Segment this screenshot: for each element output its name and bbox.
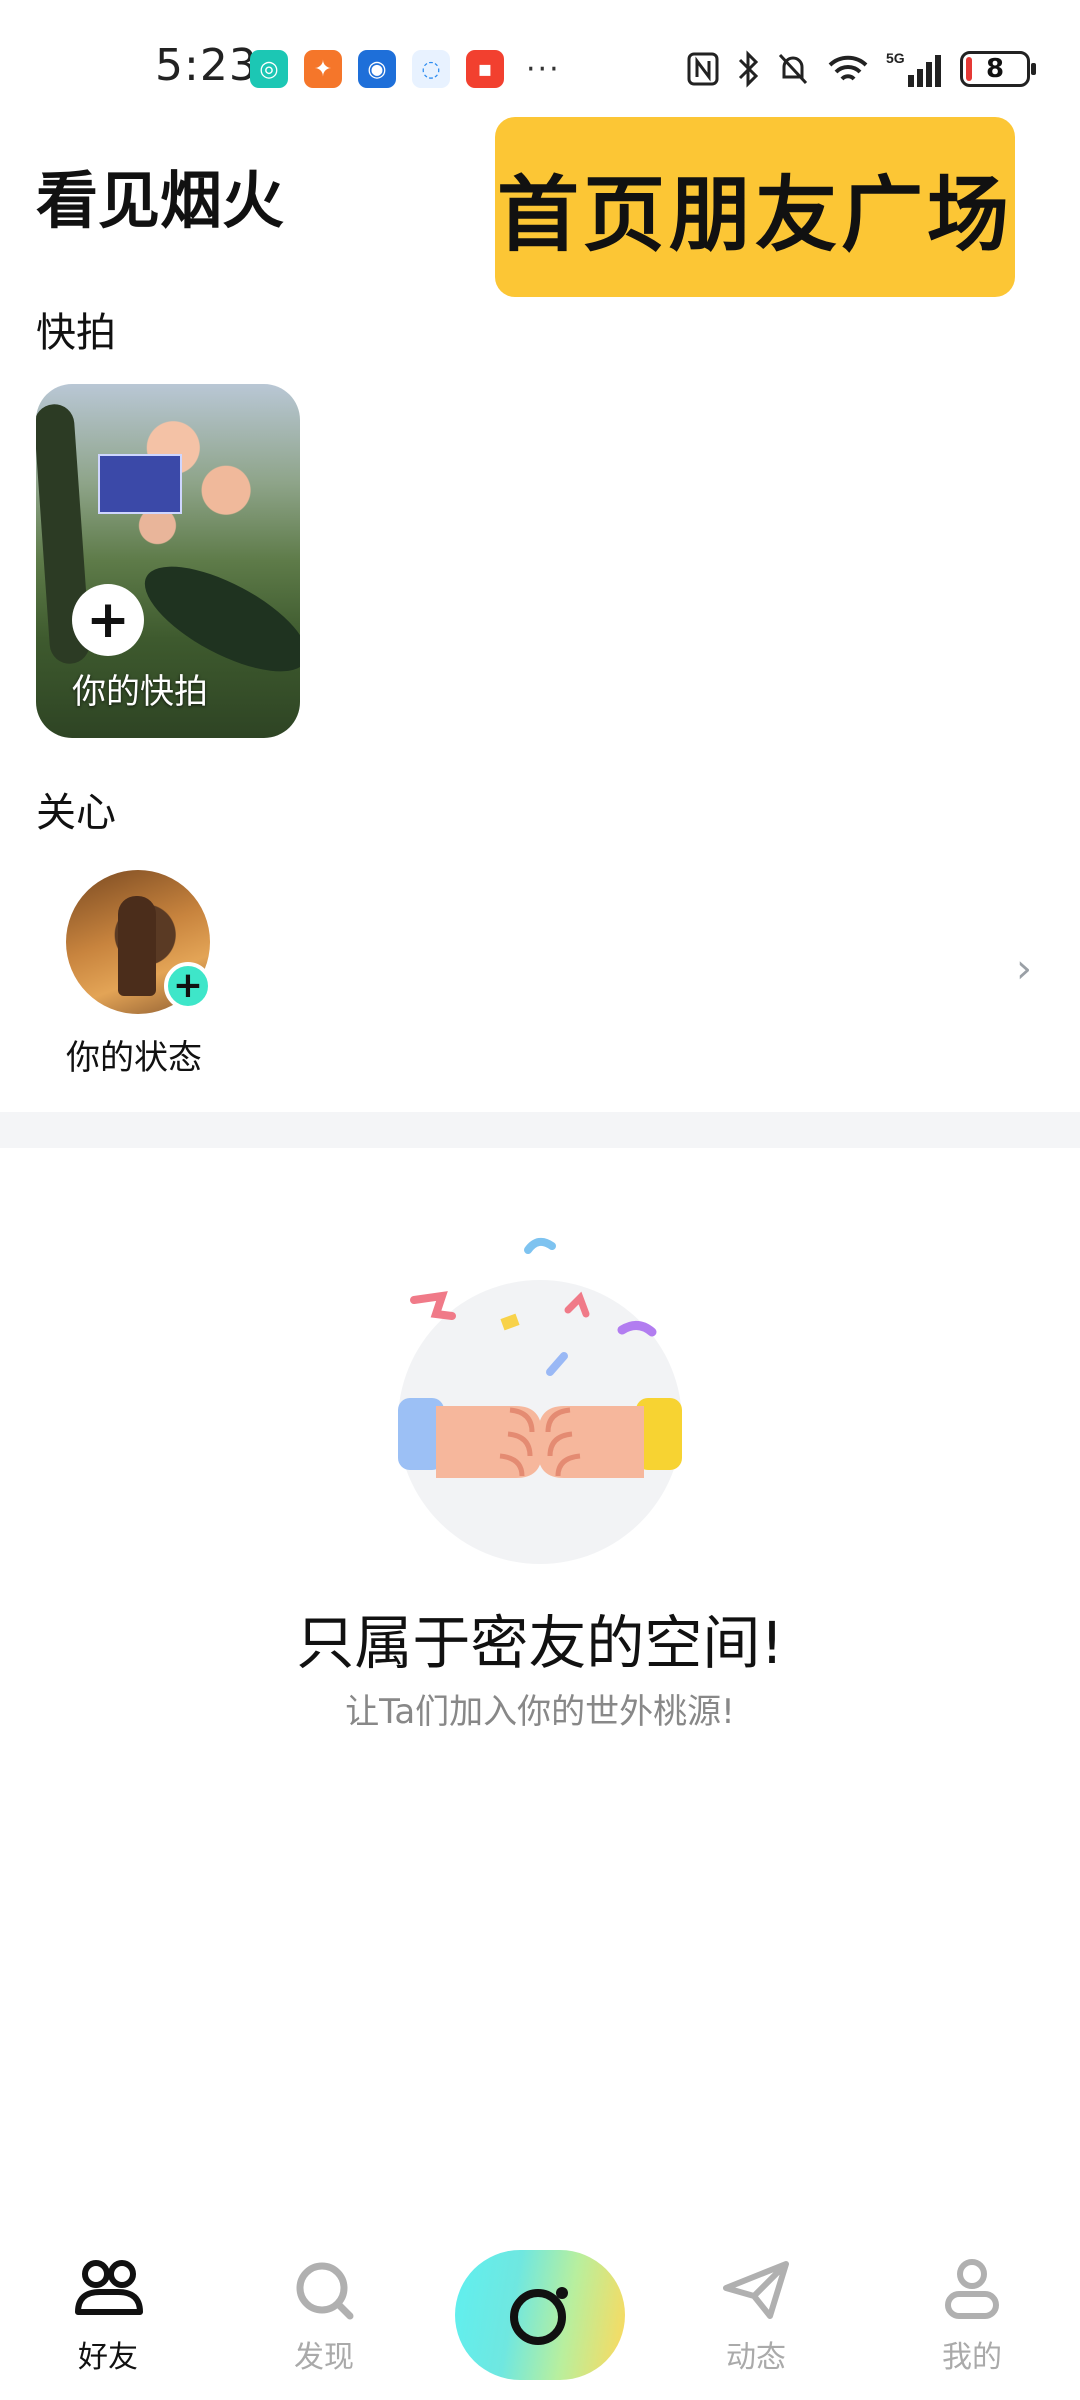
empty-state-subtitle: 让Ta们加入你的世外桃源! xyxy=(345,1692,735,1732)
care-section-title: 关心 xyxy=(36,790,116,836)
empty-state-title: 只属于密友的空间! xyxy=(296,1609,784,1677)
chevron-right-icon[interactable]: › xyxy=(1016,946,1032,992)
battery-icon: 8 xyxy=(960,51,1036,87)
friends-icon xyxy=(75,2260,143,2315)
add-snapshot-icon[interactable]: + xyxy=(72,584,144,656)
system-icons: 5G 8 xyxy=(686,46,1036,92)
status-time: 5:23 xyxy=(155,40,258,91)
snapshots-section-title: 快拍 xyxy=(36,310,116,356)
more-notifications-icon: ··· xyxy=(526,51,561,87)
nav-moments-label: 动态 xyxy=(726,2340,786,2375)
home-friends-square-banner: 首页朋友广场 xyxy=(495,117,1015,297)
my-status-label: 你的状态 xyxy=(66,1038,202,1078)
app-notification-icon: ◎ xyxy=(250,50,288,88)
add-status-icon[interactable]: + xyxy=(164,962,212,1010)
camera-icon xyxy=(510,2287,568,2345)
search-icon xyxy=(296,2262,354,2320)
paper-plane-icon xyxy=(723,2261,789,2319)
section-divider xyxy=(0,1112,1080,1148)
nav-discover-label: 发现 xyxy=(294,2340,354,2375)
snapshot-photo-sign xyxy=(98,454,182,514)
svg-text:5G: 5G xyxy=(886,50,905,66)
profile-icon xyxy=(945,2259,999,2319)
nav-discover[interactable]: 发现 xyxy=(254,2258,394,2376)
nav-moments[interactable]: 动态 xyxy=(686,2258,826,2376)
page-title: 看见烟火 xyxy=(36,164,285,237)
app-notification-icon: ◉ xyxy=(358,50,396,88)
mute-bell-icon xyxy=(778,53,808,85)
app-notification-icon: ▪ xyxy=(466,50,504,88)
my-snapshot-card[interactable]: + 你的快拍 xyxy=(36,384,300,738)
camera-button[interactable] xyxy=(455,2250,625,2380)
bottom-navigation: 好友 发现 动态 我的 xyxy=(0,2240,1080,2400)
nav-me-label: 我的 xyxy=(942,2340,1002,2375)
bluetooth-icon xyxy=(738,50,759,88)
cellular-signal-icon: 5G xyxy=(886,50,941,87)
app-notification-icon: ◌ xyxy=(412,50,450,88)
nfc-icon xyxy=(687,52,719,86)
my-snapshot-label: 你的快拍 xyxy=(72,672,208,712)
notification-icons: ◎ ✦ ◉ ◌ ▪ ··· xyxy=(250,50,561,88)
wifi-icon xyxy=(828,55,868,81)
nav-me[interactable]: 我的 xyxy=(902,2258,1042,2376)
nav-friends-label: 好友 xyxy=(78,2340,138,2375)
fist-bump-illustration xyxy=(390,1230,690,1570)
nav-friends[interactable]: 好友 xyxy=(38,2258,178,2376)
app-notification-icon: ✦ xyxy=(304,50,342,88)
avatar-figure xyxy=(118,896,156,996)
battery-level: 8 xyxy=(985,54,1005,84)
